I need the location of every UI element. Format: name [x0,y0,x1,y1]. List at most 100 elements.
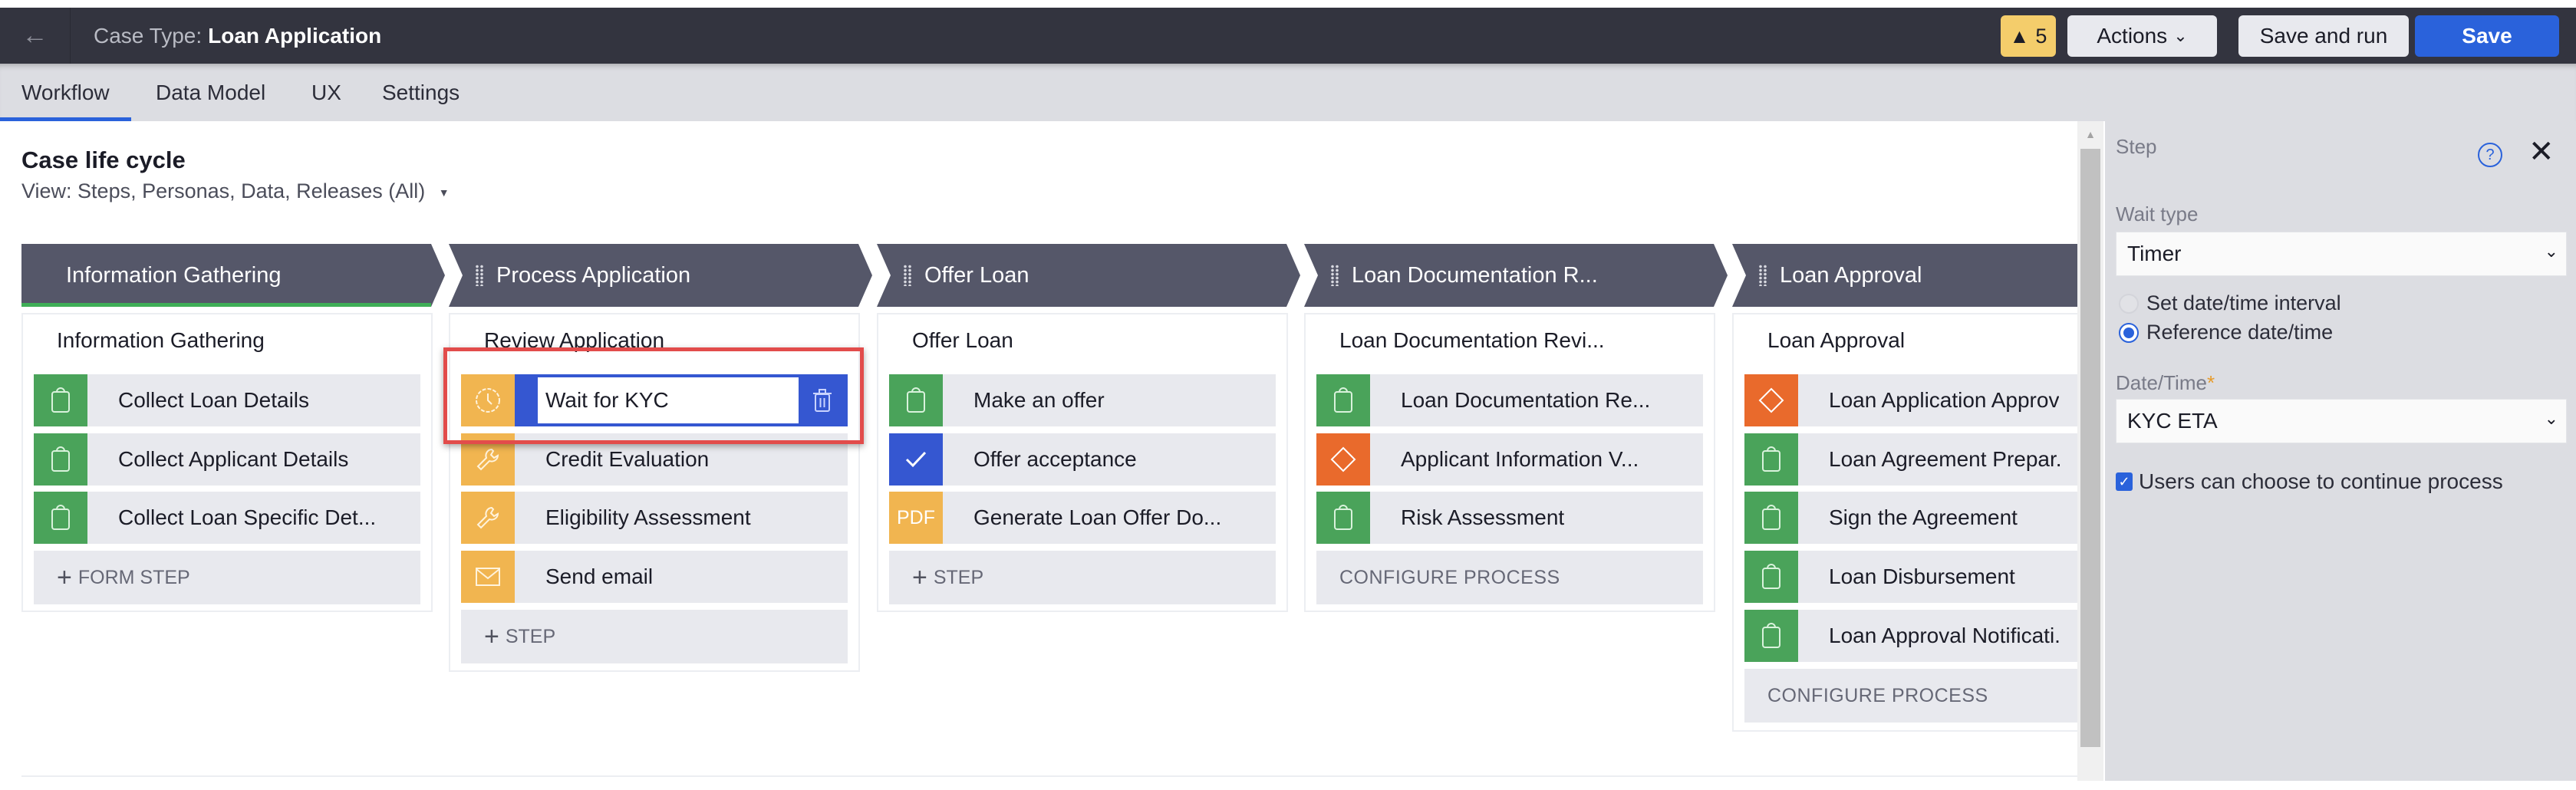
radio-button-checked[interactable] [2119,322,2139,343]
view-filter-label: View: Steps, Personas, Data, Releases (A… [21,179,426,202]
actions-label: Actions [2097,24,2168,48]
scrollbar-thumb[interactable] [2080,149,2100,747]
step-row[interactable]: Send email [461,551,848,603]
top-bar: ← Case Type: Loan Application ▲ 5 Action… [0,8,2576,64]
form-clipboard-icon [1316,374,1370,426]
step-row[interactable]: Applicant Information V... [1316,433,1703,486]
caret-down-icon: ▼ [438,186,450,199]
process-card-offer-loan: Offer Loan Make an offer Offer acceptanc… [877,313,1288,612]
checkmark-icon [889,433,943,486]
save-button[interactable]: Save [2415,15,2559,57]
delete-step-button[interactable] [797,374,848,426]
drag-handle-icon[interactable] [1758,265,1767,286]
step-row[interactable]: Collect Applicant Details [34,433,420,486]
add-step-button[interactable]: + STEP [889,551,1276,604]
configure-process-button[interactable]: CONFIGURE PROCESS [1744,669,2090,723]
save-and-run-button[interactable]: Save and run [2238,15,2409,57]
radio-reference-datetime[interactable]: Reference date/time [2119,321,2333,344]
process-card-loan-documentation: Loan Documentation Revi... Loan Document… [1304,313,1715,612]
process-card-review-application: Review Application Credit Evaluation Eli… [449,313,860,672]
step-label: Collect Applicant Details [118,447,349,471]
canvas-divider [21,775,2077,777]
step-row[interactable]: Credit Evaluation [461,433,848,486]
form-clipboard-icon [1744,433,1798,486]
step-row[interactable]: Loan Application Approv [1744,374,2090,426]
stage-header-process-application[interactable]: Process Application [449,244,872,307]
step-row[interactable]: PDF Generate Loan Offer Do... [889,492,1276,544]
tab-data-model[interactable]: Data Model [156,64,265,121]
step-name-input[interactable] [538,377,799,423]
step-row[interactable]: Risk Assessment [1316,492,1703,544]
radio-set-interval[interactable]: Set date/time interval [2119,291,2341,315]
wait-type-select[interactable]: Timer ⌄ [2116,232,2567,276]
step-label: Sign the Agreement [1829,505,2018,529]
scroll-up-arrow-icon[interactable]: ▲ [2077,121,2103,147]
step-row[interactable]: Offer acceptance [889,433,1276,486]
datetime-label-text: Date/Time [2116,371,2207,394]
tab-ux[interactable]: UX [311,64,341,121]
stage-name: Loan Approval [1780,262,1922,288]
add-form-step-button[interactable]: + FORM STEP [34,551,420,604]
warning-triangle-icon: ▲ [2009,24,2030,48]
form-clipboard-icon [34,374,87,426]
radio-button-unchecked[interactable] [2119,293,2139,314]
help-circle-icon[interactable]: ? [2478,143,2502,167]
drag-handle-icon[interactable] [903,265,912,286]
step-row[interactable]: Loan Disbursement [1744,551,2090,603]
stage-header-loan-documentation[interactable]: Loan Documentation R... [1304,244,1728,307]
step-row[interactable]: Loan Approval Notificati. [1744,610,2090,662]
step-label: Risk Assessment [1401,505,1565,529]
step-row[interactable]: Collect Loan Details [34,374,420,426]
actions-button[interactable]: Actions ⌄ [2067,15,2217,57]
wrench-icon [461,492,515,544]
tab-settings[interactable]: Settings [382,64,460,121]
view-filter-dropdown[interactable]: View: Steps, Personas, Data, Releases (A… [21,179,450,203]
process-name[interactable]: Loan Documentation Revi... [1339,328,1605,353]
process-name[interactable]: Offer Loan [912,328,1013,353]
process-name[interactable]: Information Gathering [57,328,265,353]
wait-type-label: Wait type [2116,202,2199,225]
vertical-scrollbar[interactable]: ▲ [2077,121,2103,781]
stage-name: Process Application [496,262,691,288]
add-step-button[interactable]: + STEP [461,610,848,663]
checkbox-checked-icon[interactable]: ✓ [2116,472,2133,491]
back-button[interactable]: ← [0,8,71,64]
datetime-select[interactable]: KYC ETA ⌄ [2116,399,2567,443]
step-label: Offer acceptance [973,447,1137,471]
step-row[interactable]: Sign the Agreement [1744,492,2090,544]
radio-label: Reference date/time [2146,321,2334,344]
step-row[interactable]: Collect Loan Specific Det... [34,492,420,544]
chevron-down-icon: ⌄ [2544,242,2558,261]
step-row[interactable]: Make an offer [889,374,1276,426]
warnings-badge[interactable]: ▲ 5 [2001,15,2056,57]
drag-handle-icon[interactable] [475,265,484,286]
drag-handle-icon[interactable] [1330,265,1339,286]
step-label: Eligibility Assessment [545,505,751,529]
radio-label: Set date/time interval [2146,291,2341,314]
tab-bar: Workflow Data Model UX Settings [0,64,2576,121]
panel-title: Step [2116,135,2157,158]
plus-icon: + [57,562,72,592]
close-icon[interactable]: ✕ [2528,137,2555,167]
form-clipboard-icon [34,433,87,486]
configure-process-button[interactable]: CONFIGURE PROCESS [1316,551,1703,604]
process-name[interactable]: Review Application [484,328,664,353]
step-label: Credit Evaluation [545,447,710,471]
form-clipboard-icon [1744,492,1798,544]
pdf-icon: PDF [889,492,943,544]
plus-icon: + [484,621,499,651]
step-row[interactable]: Eligibility Assessment [461,492,848,544]
stage-header-information-gathering[interactable]: Information Gathering [21,244,445,307]
case-type-value: Loan Application [208,23,382,48]
step-row[interactable]: Loan Documentation Re... [1316,374,1703,426]
process-card-loan-approval: Loan Approval Loan Application Approv Lo… [1732,313,2090,732]
add-step-label: STEP [933,566,984,588]
stage-header-loan-approval[interactable]: Loan Approval [1732,244,2077,307]
case-type-title: Case Type: Loan Application [94,8,381,64]
process-name[interactable]: Loan Approval [1767,328,1905,353]
stage-header-offer-loan[interactable]: Offer Loan [877,244,1300,307]
continue-process-checkbox-row[interactable]: ✓ Users can choose to continue process [2116,469,2503,494]
step-row[interactable]: Loan Agreement Prepar. [1744,433,2090,486]
tab-workflow[interactable]: Workflow [0,64,131,121]
step-row-selected[interactable] [461,374,848,426]
